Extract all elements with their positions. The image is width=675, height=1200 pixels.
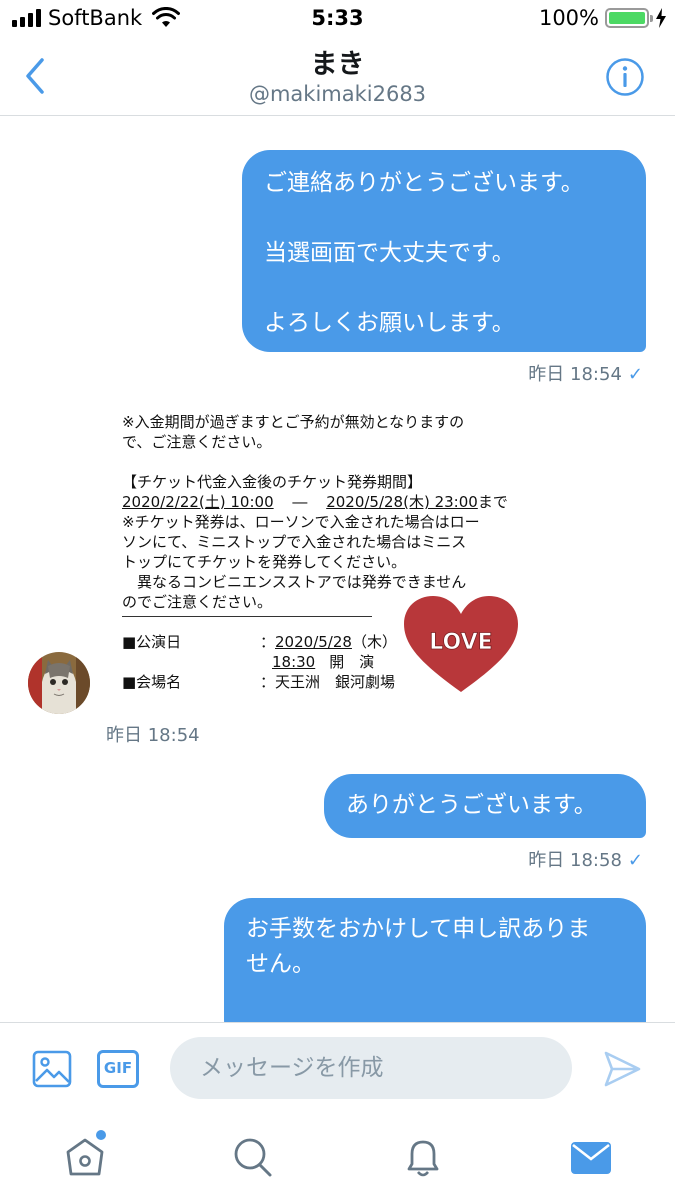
conversation-handle: @makimaki2683 xyxy=(248,82,427,106)
tab-home[interactable] xyxy=(63,1134,107,1180)
status-bar: SoftBank 5:33 100% xyxy=(0,0,675,38)
perf-day: （木） xyxy=(351,633,397,651)
timestamp-text: 昨日 18:58 xyxy=(528,850,622,871)
bell-icon xyxy=(407,1140,439,1177)
message-text: 当選画面で大丈夫です。 xyxy=(264,240,515,266)
venue-value: ：天王洲 銀河劇場 xyxy=(260,673,396,691)
doc-line: ※入金期間が過ぎますとご予約が無効となりますの xyxy=(122,413,465,431)
mail-icon xyxy=(571,1142,611,1174)
image-icon[interactable] xyxy=(32,1049,72,1089)
timestamp-text: 昨日 18:54 xyxy=(528,364,622,385)
message-text: ご連絡ありがとうございます。 xyxy=(264,170,584,196)
message-bubble-outgoing[interactable]: ご連絡ありがとうございます。 当選画面で大丈夫です。 よろしくお願いします。 xyxy=(242,150,646,352)
battery-icon xyxy=(605,8,653,28)
message-timestamp: 昨日 18:54 ✓ xyxy=(528,360,643,386)
message-timestamp: 昨日 18:54 xyxy=(106,725,200,746)
battery-fill xyxy=(609,12,645,24)
period-start: 2020/2/22(土) 10:00 xyxy=(122,493,274,511)
notification-dot xyxy=(96,1130,106,1140)
status-right: 100% xyxy=(539,6,667,30)
tab-search[interactable] xyxy=(231,1134,275,1180)
bottom-tab-bar xyxy=(0,1114,675,1200)
perf-time: 18:30 xyxy=(272,653,316,671)
perf-label: ■公演日 xyxy=(122,633,182,651)
doc-line: で、ご注意ください。 xyxy=(122,433,272,451)
search-icon xyxy=(234,1138,272,1177)
tab-notifications[interactable] xyxy=(401,1134,445,1180)
message-image[interactable]: ※入金期間が過ぎますとご予約が無効となりますの で、ご注意ください。 【チケット… xyxy=(106,404,546,716)
period-end: 2020/5/28(木) 23:00 xyxy=(326,493,478,511)
venue-label: ■会場名 xyxy=(122,673,182,691)
heart-text: LOVE xyxy=(429,630,492,655)
perf-suffix: 開 演 xyxy=(329,653,375,671)
send-icon[interactable] xyxy=(602,1049,642,1089)
doc-heading: 【チケット代金入金後のチケット発券期間】 xyxy=(122,473,423,491)
doc-line: ソンにて、ミニストップで入金された場合はミニス xyxy=(122,533,467,551)
sent-check-icon: ✓ xyxy=(627,850,643,871)
message-timestamp: 昨日 18:58 ✓ xyxy=(528,846,643,872)
message-text: よろしくお願いします。 xyxy=(264,310,515,336)
home-icon xyxy=(66,1138,104,1176)
love-heart-sticker: LOVE xyxy=(404,596,518,692)
perf-date: 2020/5/28 xyxy=(275,633,352,651)
period-suffix: まで xyxy=(477,493,508,511)
sent-check-icon: ✓ xyxy=(627,364,643,385)
tab-messages[interactable] xyxy=(569,1134,613,1180)
avatar[interactable] xyxy=(28,652,90,714)
message-bubble-outgoing[interactable]: ありがとうございます。 xyxy=(324,774,646,838)
conversation-title: まき xyxy=(310,49,365,80)
charging-icon xyxy=(656,8,666,28)
period-dash: ― xyxy=(292,493,308,511)
message-composer: GIF xyxy=(0,1022,675,1114)
conversation-header: まき @makimaki2683 xyxy=(0,38,675,116)
gif-icon[interactable]: GIF xyxy=(97,1050,139,1088)
doc-line: ※チケット発券は、ローソンで入金された場合はロー xyxy=(122,513,480,531)
info-icon[interactable] xyxy=(605,57,645,97)
doc-period: 2020/2/22(土) 10:00 ― 2020/5/28(木) 23:00ま… xyxy=(122,492,542,512)
message-input[interactable] xyxy=(170,1037,572,1099)
message-text: お手数をおかけして申し訳ありま xyxy=(246,916,591,942)
doc-line: 異なるコンビニエンスストアでは発券できません xyxy=(122,573,467,591)
doc-line: トップにてチケットを発券してください。 xyxy=(122,553,407,571)
battery-percent: 100% xyxy=(538,6,599,30)
doc-divider xyxy=(122,616,372,617)
message-text: せん。 xyxy=(246,951,315,977)
message-text: ありがとうございます。 xyxy=(346,792,597,818)
